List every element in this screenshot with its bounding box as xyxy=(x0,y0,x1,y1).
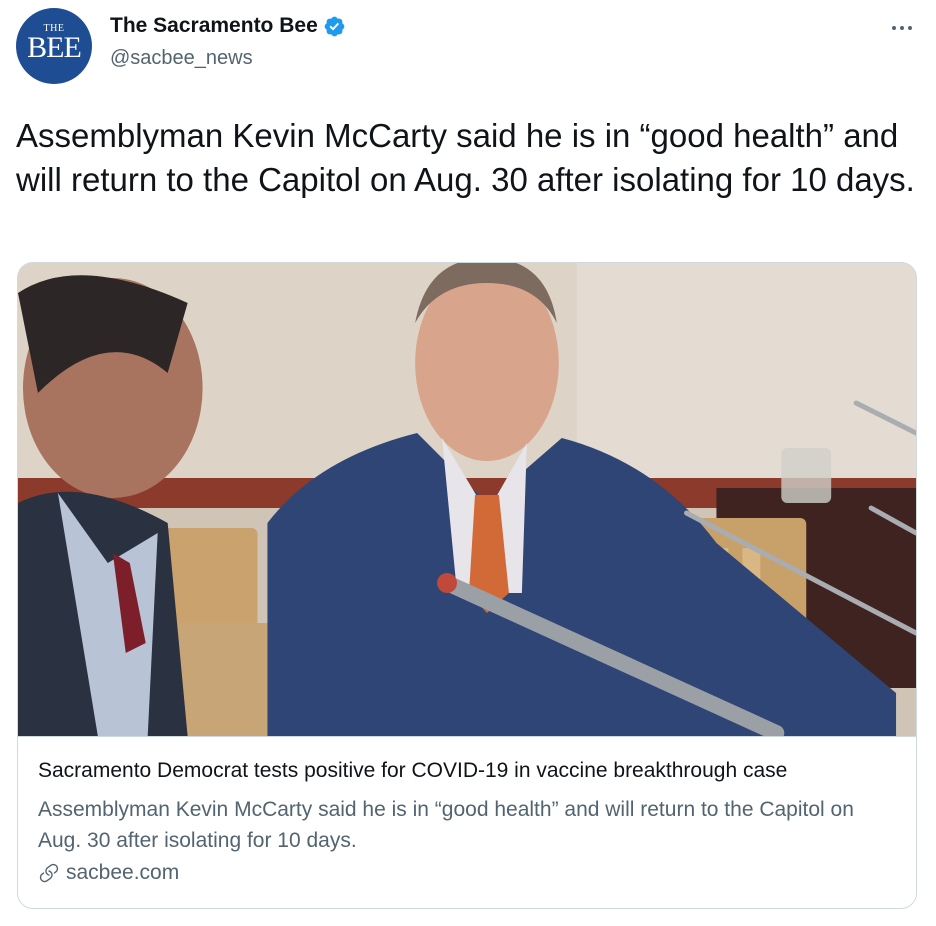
account-name-row: The Sacramento Bee xyxy=(110,14,346,38)
card-domain[interactable]: sacbee.com xyxy=(38,861,179,885)
article-photo[interactable] xyxy=(18,263,916,736)
account-handle[interactable]: @sacbee_news xyxy=(110,47,253,70)
tweet-text: Assemblyman Kevin McCarty said he is in … xyxy=(16,117,915,198)
avatar-logo-text: BEE xyxy=(27,31,82,64)
card-title[interactable]: Sacramento Democrat tests positive for C… xyxy=(38,759,787,783)
link-icon xyxy=(39,863,59,883)
verified-badge-icon xyxy=(324,16,345,36)
more-options-icon[interactable] xyxy=(886,12,918,44)
link-preview-card[interactable]: Sacramento Democrat tests positive for C… xyxy=(17,262,917,909)
avatar[interactable]: THE BEE xyxy=(16,8,92,84)
card-domain-text: sacbee.com xyxy=(66,861,180,884)
account-name[interactable]: The Sacramento Bee xyxy=(110,14,318,38)
card-divider xyxy=(18,736,916,737)
card-description: Assemblyman Kevin McCarty said he is in … xyxy=(38,798,854,852)
